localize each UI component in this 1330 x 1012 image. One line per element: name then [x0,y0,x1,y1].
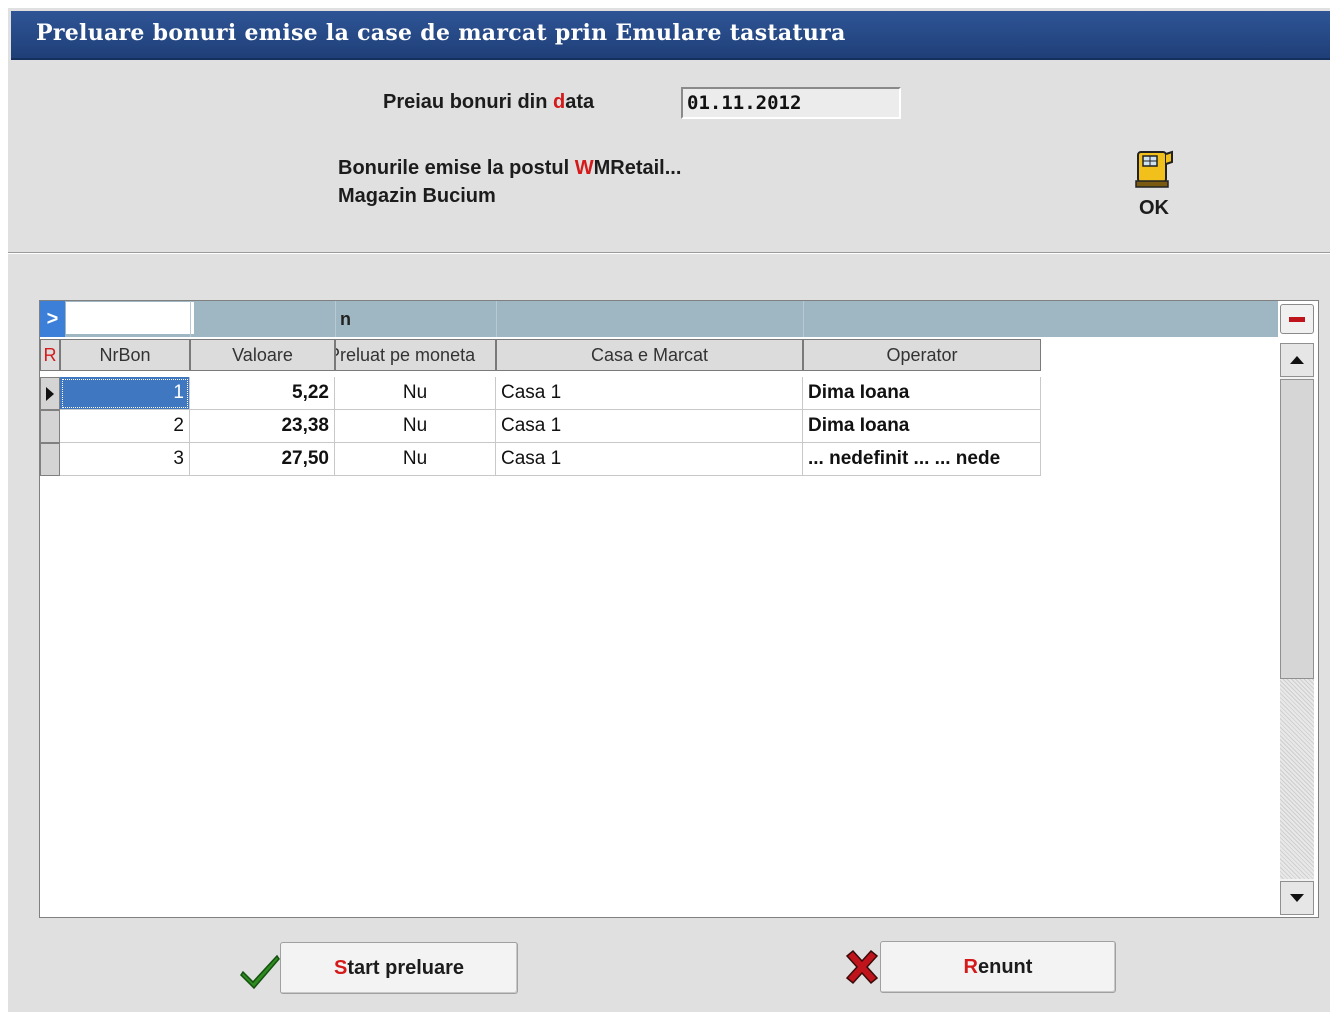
post-info-suffix: MRetail... [593,157,682,179]
table-cell-casa[interactable]: Casa 1 [496,377,803,410]
date-field[interactable] [681,87,901,119]
column-header-valoare[interactable]: Valoare [190,339,335,371]
table-cell-nrbon[interactable]: 2 [60,410,190,443]
date-label-suffix: ata [565,91,595,113]
table-cell-valoare[interactable]: 5,22 [190,377,335,410]
table-cell-casa[interactable]: Casa 1 [496,410,803,443]
start-hotkey: S [333,957,348,979]
row-indicator[interactable] [40,377,60,410]
receipts-grid[interactable]: > n R NrBon Valoare Preluat pe moneta Ca… [39,300,1319,918]
column-header-operator[interactable]: Operator [803,339,1041,371]
table-cell-casa[interactable]: Casa 1 [496,443,803,476]
date-label-hotkey: d [553,91,566,113]
renunt-hotkey: R [963,956,978,978]
filter-preluat-cell[interactable]: n [335,301,496,337]
minus-icon [1289,317,1305,322]
window-title: Preluare bonuri emise la case de marcat … [36,20,846,46]
start-preluare-button[interactable]: Start preluare [280,942,518,994]
renunt-label: enunt [978,956,1033,978]
x-mark-icon [845,949,879,985]
current-row-arrow-icon [46,387,54,401]
post-info-prefix: Bonurile emise la postul [338,157,575,179]
table-cell-preluat[interactable]: Nu [335,443,496,476]
filter-valoare-cell[interactable] [190,301,335,337]
collapse-filter-button[interactable] [1280,304,1314,334]
column-header-nrbon[interactable]: NrBon [60,339,190,371]
table-cell-preluat[interactable]: Nu [335,377,496,410]
column-header-preluat[interactable]: Preluat pe moneta [335,339,496,371]
renunt-button[interactable]: Renunt [880,941,1116,993]
table-cell-valoare[interactable]: 27,50 [190,443,335,476]
scroll-up-button[interactable] [1280,343,1314,377]
row-indicator[interactable] [40,410,60,443]
scroll-track[interactable] [1280,679,1314,879]
arrow-down-icon [1290,894,1304,902]
filter-nrbon-input[interactable] [66,302,194,334]
scroll-thumb[interactable] [1280,379,1314,679]
row-indicator[interactable] [40,443,60,476]
date-label-prefix: Preiau bonuri din [383,91,554,113]
x-mark-shape [845,949,879,985]
dialog-window: Preluare bonuri emise la case de marcat … [8,8,1330,1012]
vertical-scrollbar[interactable] [1280,343,1314,915]
arrow-up-icon [1290,356,1304,364]
table-cell-nrbon[interactable]: 3 [60,443,190,476]
ok-label: OK [1139,197,1169,219]
store-name: Magazin Bucium [338,185,496,207]
checkmark-icon [240,954,280,990]
start-label: tart preluare [347,957,465,979]
column-header-casa[interactable]: Casa e Marcat [496,339,803,371]
table-cell-operator[interactable]: Dima Ioana [803,410,1041,443]
post-info-line: Bonurile emise la postul WMRetail... [338,157,681,180]
date-input[interactable] [683,89,899,117]
date-label: Preiau bonuri din data [383,91,594,114]
row-marker-header: R [40,339,60,371]
table-cell-nrbon[interactable]: 1 [60,377,190,410]
filter-operator-cell[interactable] [803,301,1041,337]
filter-bar: > n [40,301,1278,337]
ok-button[interactable]: OK [1126,148,1182,228]
table-cell-operator[interactable]: Dima Ioana [803,377,1041,410]
checkmark-shape [240,954,280,990]
table-cell-valoare[interactable]: 23,38 [190,410,335,443]
table-cell-operator[interactable]: ... nedefinit ... ... nede [803,443,1041,476]
table-cell-preluat[interactable]: Nu [335,410,496,443]
title-bar: Preluare bonuri emise la case de marcat … [11,11,1330,60]
filter-toggle-button[interactable]: > [40,301,65,337]
cash-register-icon [1135,150,1173,188]
separator [8,252,1330,254]
filter-casa-cell[interactable] [496,301,803,337]
scroll-down-button[interactable] [1280,881,1314,915]
post-info-hotkey: W [574,157,594,179]
